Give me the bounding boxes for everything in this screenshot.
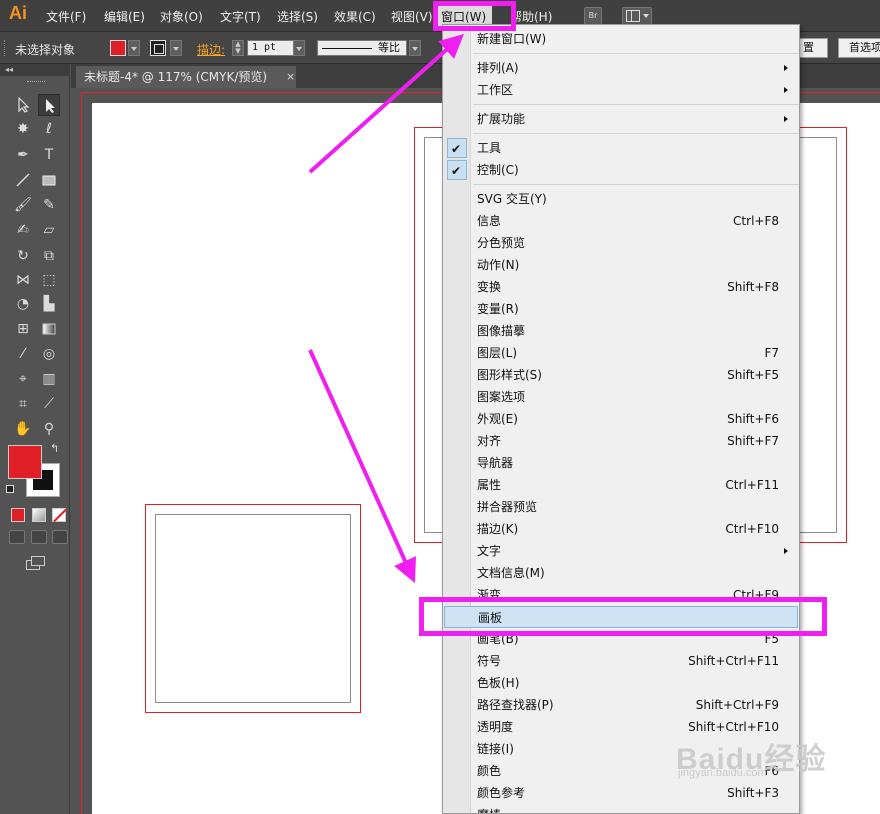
annotation-arrows: [308, 33, 464, 583]
baidu-watermark-logo: Baidu经验 jingyan.baidu.com: [676, 734, 826, 779]
watermark-url: jingyan.baidu.com: [678, 767, 767, 779]
annotation-arrow: [308, 33, 464, 174]
annotation-arrow: [308, 349, 417, 583]
